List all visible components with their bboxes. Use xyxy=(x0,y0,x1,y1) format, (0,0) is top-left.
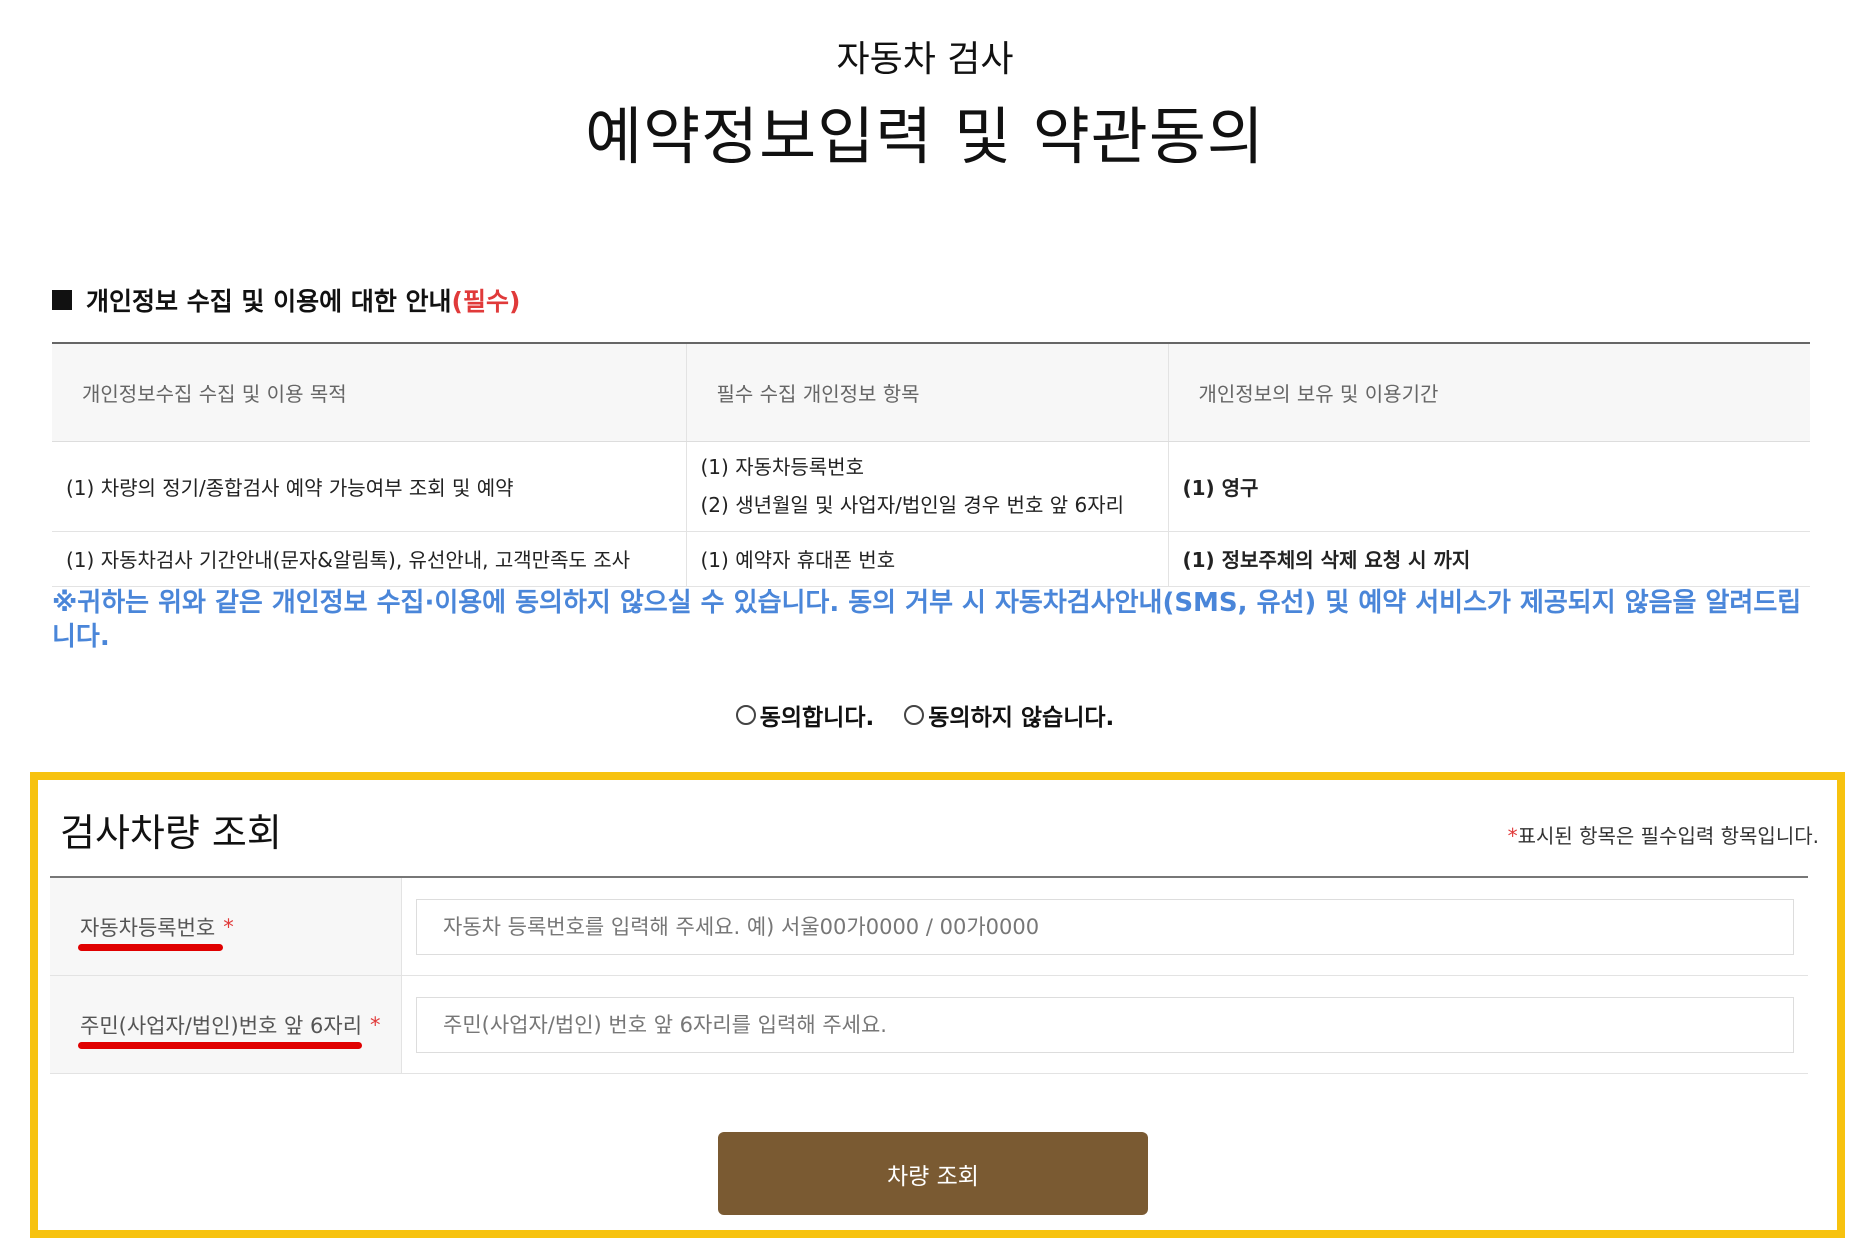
table-row: (1) 차량의 정기/종합검사 예약 가능여부 조회 및 예약 (1) 자동차등… xyxy=(52,441,1810,532)
red-underline-annotation xyxy=(78,944,223,951)
agree-radio[interactable] xyxy=(735,705,756,725)
privacy-table: 개인정보수집 수집 및 이용 목적 필수 수집 개인정보 항목 개인정보의 보유… xyxy=(52,342,1810,587)
id-row: 주민(사업자/법인)번호 앞 6자리 * xyxy=(50,976,1808,1074)
column-header-items: 필수 수집 개인정보 항목 xyxy=(686,343,1169,442)
disagree-option[interactable]: 동의하지 않습니다. xyxy=(904,698,1114,732)
column-header-purpose: 개인정보수집 수집 및 이용 목적 xyxy=(52,343,687,442)
consent-options: 동의합니다. 동의하지 않습니다. xyxy=(0,698,1850,732)
purpose-cell: (1) 차량의 정기/종합검사 예약 가능여부 조회 및 예약 xyxy=(52,441,687,532)
purpose-cell: (1) 자동차검사 기간안내(문자&알림톡), 유선안내, 고객만족도 조사 xyxy=(52,531,687,587)
required-star: * xyxy=(370,1012,381,1037)
disagree-radio[interactable] xyxy=(904,705,925,725)
plate-row: 자동차등록번호 * xyxy=(50,878,1808,976)
vehicle-search-button[interactable]: 차량 조회 xyxy=(718,1132,1148,1215)
privacy-section-heading: 개인정보 수집 및 이용에 대한 안내 (필수) xyxy=(52,282,520,318)
square-bullet-icon xyxy=(52,290,72,310)
plate-label: 자동차등록번호 xyxy=(80,915,216,940)
items-cell: (1) 자동차등록번호 (2) 생년월일 및 사업자/법인일 경우 번호 앞 6… xyxy=(686,441,1169,532)
agree-option[interactable]: 동의합니다. xyxy=(735,698,875,732)
period-cell: (1) 정보주체의 삭제 요청 시 까지 xyxy=(1168,531,1810,587)
required-note-text: 표시된 항목은 필수입력 항목입니다. xyxy=(1517,824,1819,848)
period-cell: (1) 영구 xyxy=(1168,441,1810,532)
plate-field-cell xyxy=(402,878,1808,975)
required-star: * xyxy=(223,914,234,939)
required-star: * xyxy=(1507,824,1518,848)
privacy-notice: ※귀하는 위와 같은 개인정보 수집·이용에 동의하지 않으실 수 있습니다. … xyxy=(52,588,1802,652)
vehicle-lookup-title: 검사차량 조회 xyxy=(60,811,282,855)
required-label: (필수) xyxy=(451,287,521,316)
required-fields-note: *표시된 항목은 필수입력 항목입니다. xyxy=(1508,820,1819,849)
id-label-cell: 주민(사업자/법인)번호 앞 6자리 * xyxy=(50,976,402,1073)
page-title: 예약정보입력 및 약관동의 xyxy=(585,100,1265,173)
plate-label-cell: 자동차등록번호 * xyxy=(50,878,402,975)
agree-label: 동의합니다. xyxy=(759,705,875,731)
red-underline-annotation xyxy=(78,1042,362,1049)
item-line: (2) 생년월일 및 사업자/법인일 경우 번호 앞 6자리 xyxy=(700,493,1125,517)
item-line: (1) 자동차등록번호 xyxy=(700,455,865,479)
id-label: 주민(사업자/법인)번호 앞 6자리 xyxy=(80,1013,363,1038)
column-header-period: 개인정보의 보유 및 이용기간 xyxy=(1168,343,1810,442)
page-subtitle: 자동차 검사 xyxy=(836,39,1014,80)
id-field-cell xyxy=(402,976,1808,1073)
items-cell: (1) 예약자 휴대폰 번호 xyxy=(686,531,1169,587)
lookup-form: 자동차등록번호 * 주민(사업자/법인)번호 앞 6자리 * xyxy=(50,876,1808,1074)
plate-number-input[interactable] xyxy=(416,898,1794,955)
page: 자동차 검사 예약정보입력 및 약관동의 개인정보 수집 및 이용에 대한 안내… xyxy=(0,0,1850,1238)
vehicle-lookup-panel: 검사차량 조회 *표시된 항목은 필수입력 항목입니다. 자동차등록번호 * 주… xyxy=(30,772,1845,1238)
id-number-input[interactable] xyxy=(416,996,1794,1053)
table-row: (1) 자동차검사 기간안내(문자&알림톡), 유선안내, 고객만족도 조사 (… xyxy=(52,531,1810,587)
disagree-label: 동의하지 않습니다. xyxy=(928,705,1115,731)
privacy-heading-text: 개인정보 수집 및 이용에 대한 안내 xyxy=(86,287,452,316)
